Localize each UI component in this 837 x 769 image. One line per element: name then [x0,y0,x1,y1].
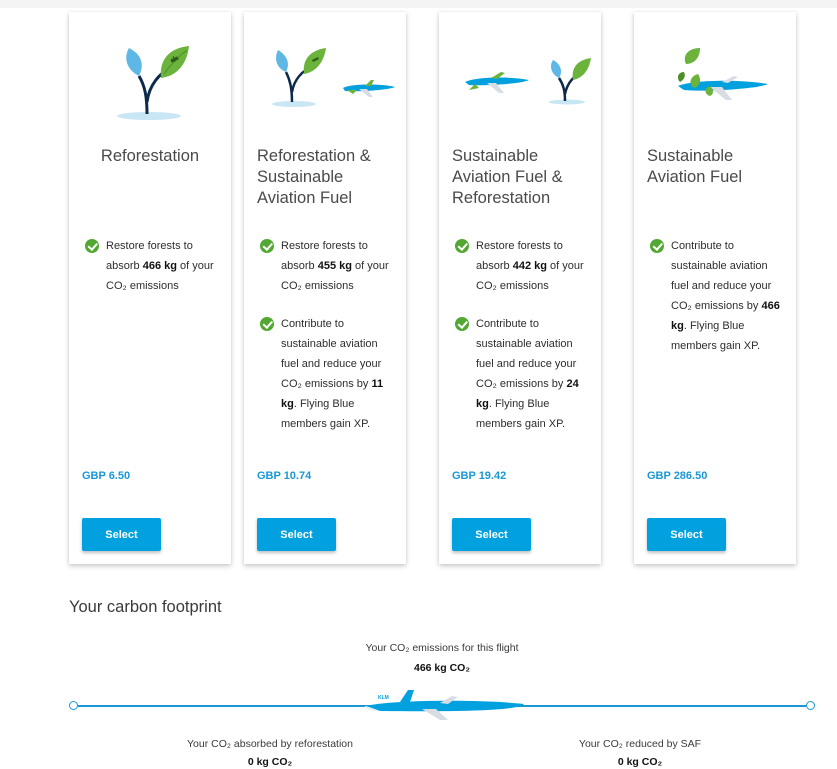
price: GBP 10.74 [257,470,312,482]
benefit-text: . Flying Blue members gain XP. [671,320,761,352]
benefit-item: Restore forests to absorb 455 kg of your… [260,236,396,296]
benefit-amount: 442 kg [512,260,547,272]
price: GBP 286.50 [647,470,708,482]
benefit-text: Contribute to sustainable aviation fuel … [671,240,772,312]
benefit-text: Contribute to sustainable aviation fuel … [476,318,577,390]
saf-reduced-label: Your CO₂ reduced by SAF [578,738,702,750]
plant-plane-illustration [244,42,406,124]
benefit-amount: 455 kg [317,260,352,272]
check-circle-icon [85,239,99,253]
price: GBP 6.50 [82,470,131,482]
airplane-icon [677,48,768,100]
benefit-list: Restore forests to absorb 466 kg of your… [85,236,221,314]
check-circle-icon [455,239,469,253]
price: GBP 19.42 [452,470,507,482]
benefit-text: Contribute to sustainable aviation fuel … [281,318,382,390]
airplane-icon [343,80,395,97]
airplane-marker: KLM [360,686,530,722]
check-circle-icon [260,317,274,331]
section-heading: Your carbon footprint [69,598,222,616]
benefit-item: Restore forests to absorb 442 kg of your… [455,236,591,296]
svg-text:KLM: KLM [378,695,389,701]
absorbed-label: Your CO₂ absorbed by reforestation [187,738,353,750]
check-circle-icon [455,317,469,331]
absorbed-value: 0 kg CO₂ [247,756,293,768]
offset-card-saf: Sustainable Aviation Fuel Contribute to … [634,12,796,564]
benefit-item: Contribute to sustainable aviation fuel … [650,236,786,356]
benefit-text: . Flying Blue members gain XP. [281,398,371,430]
benefit-text: . Flying Blue members gain XP. [476,398,566,430]
benefit-item: Contribute to sustainable aviation fuel … [260,314,396,434]
benefit-item: Restore forests to absorb 466 kg of your… [85,236,221,296]
select-button[interactable]: Select [647,518,726,551]
check-circle-icon [260,239,274,253]
select-button[interactable]: Select [257,518,336,551]
flight-emissions-label: Your CO₂ emissions for this flight [365,642,519,654]
card-title: Sustainable Aviation Fuel [647,147,743,186]
airplane-icon: KLM [365,690,524,720]
saf-reduced-value: 0 kg CO₂ [617,756,663,768]
benefit-list: Restore forests to absorb 455 kg of your… [260,236,396,452]
plant-icon [117,46,189,120]
card-title: Reforestation & Sustainable Aviation Fue… [257,147,371,207]
benefit-item: Contribute to sustainable aviation fuel … [455,314,591,434]
scale-start-dot [69,701,78,710]
scale-end-dot [806,701,815,710]
top-divider [0,0,837,8]
offset-card-reforestation-saf: Reforestation & Sustainable Aviation Fue… [244,12,406,564]
offset-card-saf-reforestation: Sustainable Aviation Fuel & Reforestatio… [439,12,601,564]
flight-emissions-value: 466 kg CO₂ [413,662,471,674]
card-title: Reforestation [100,147,200,165]
check-circle-icon [650,239,664,253]
offset-card-reforestation: Reforestation Restore forests to absorb … [69,12,231,564]
card-title: Sustainable Aviation Fuel & Reforestatio… [452,147,563,207]
select-button[interactable]: Select [82,518,161,551]
plant-icon [549,58,591,105]
plane-plant-illustration [439,42,601,124]
benefit-amount: 466 kg [142,260,177,272]
plant-illustration [69,42,231,124]
select-button[interactable]: Select [452,518,531,551]
benefit-list: Contribute to sustainable aviation fuel … [650,236,786,374]
plane-illustration [634,42,796,124]
benefit-list: Restore forests to absorb 442 kg of your… [455,236,591,452]
